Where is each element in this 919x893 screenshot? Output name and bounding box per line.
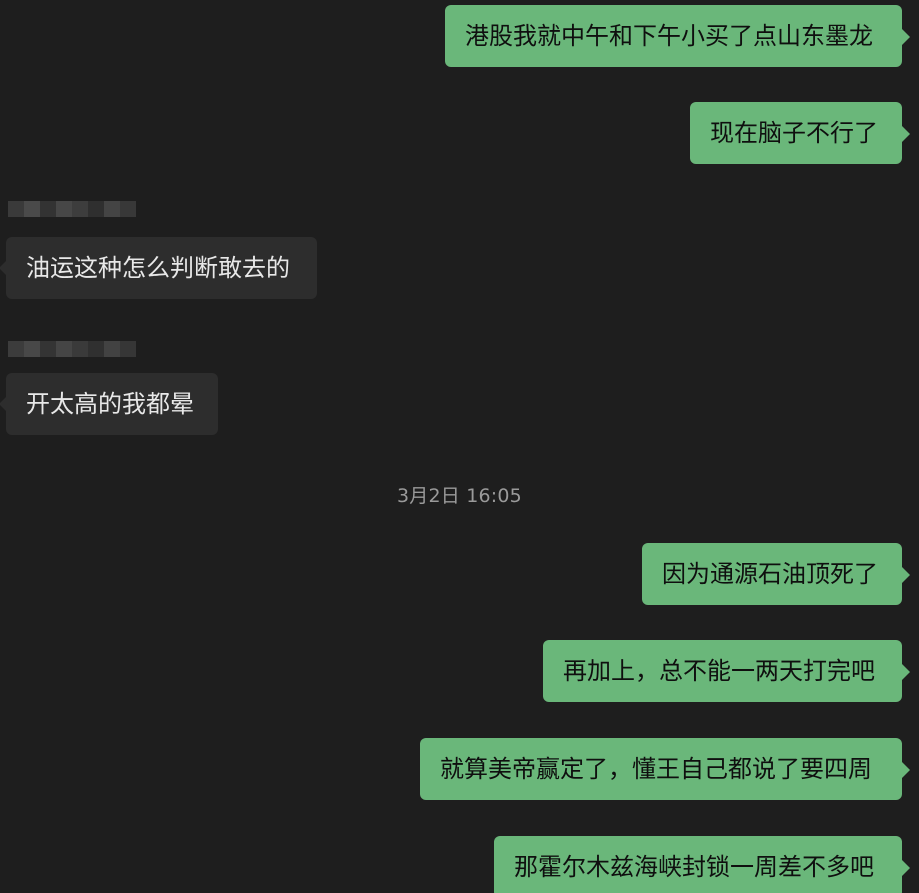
message-text: 港股我就中午和下午小买了点山东墨龙: [465, 22, 873, 50]
message-text: 因为通源石油顶死了: [662, 560, 878, 588]
message-text: 再加上，总不能一两天打完吧: [563, 657, 875, 685]
message-text: 开太高的我都晕: [26, 390, 194, 418]
message-text: 油运这种怎么判断敢去的: [26, 254, 290, 282]
message-bubble-received[interactable]: 开太高的我都晕: [0, 373, 218, 435]
message-text: 那霍尔木兹海峡封锁一周差不多吧: [514, 853, 874, 881]
message-bubble-sent[interactable]: 港股我就中午和下午小买了点山东墨龙: [445, 5, 910, 67]
message-bubble-received[interactable]: 油运这种怎么判断敢去的: [0, 237, 317, 299]
message-text: 现在脑子不行了: [710, 119, 878, 147]
message-bubble-sent[interactable]: 现在脑子不行了: [690, 102, 910, 164]
chat-window: 港股我就中午和下午小买了点山东墨龙 现在脑子不行了 油运这种怎么判断敢去的 开太…: [0, 0, 919, 893]
message-bubble-sent[interactable]: 因为通源石油顶死了: [642, 543, 910, 605]
message-bubble-sent[interactable]: 再加上，总不能一两天打完吧: [543, 640, 910, 702]
sender-name-blurred: [8, 341, 136, 357]
message-bubble-sent[interactable]: 就算美帝赢定了，懂王自己都说了要四周: [420, 738, 910, 800]
message-bubble-sent[interactable]: 那霍尔木兹海峡封锁一周差不多吧: [494, 836, 910, 893]
message-timestamp: 3月2日 16:05: [397, 485, 522, 507]
sender-name-blurred: [8, 201, 136, 217]
message-text: 就算美帝赢定了，懂王自己都说了要四周: [440, 755, 872, 783]
